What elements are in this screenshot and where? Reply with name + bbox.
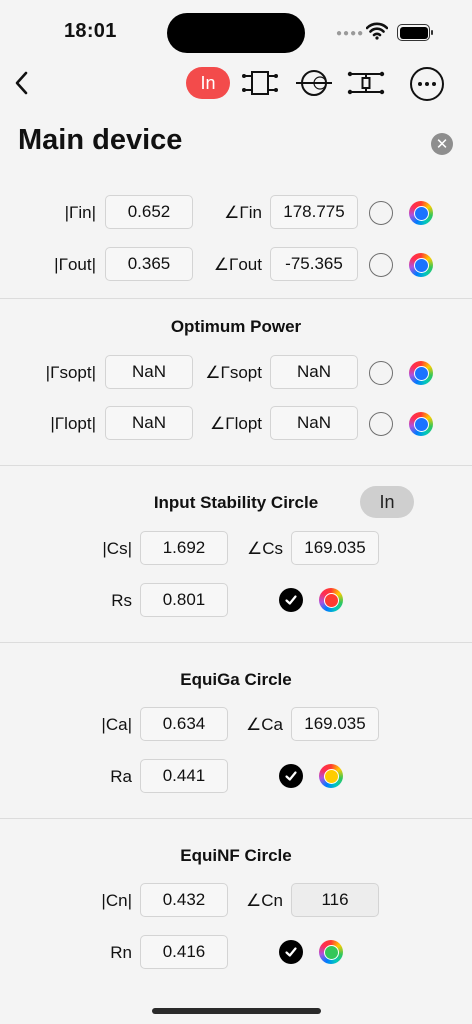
cs-angle-label: ∠Cs <box>246 539 283 558</box>
gamma-out-mag-field[interactable]: 0.365 <box>105 247 193 281</box>
gamma-sopt-angle-field[interactable]: NaN <box>270 355 358 389</box>
two-port-network-icon[interactable] <box>240 67 280 99</box>
equiga-title: EquiGa Circle <box>180 670 292 689</box>
gamma-sopt-mag-field[interactable]: NaN <box>105 355 193 389</box>
equinf-title: EquiNF Circle <box>180 846 292 865</box>
rn-label: Rn <box>110 943 132 962</box>
divider <box>0 465 472 466</box>
ra-field[interactable]: 0.441 <box>140 759 228 793</box>
ra-label: Ra <box>110 767 132 786</box>
smith-chart-icon[interactable] <box>294 67 334 99</box>
gamma-lopt-angle-label: ∠Γlopt <box>209 414 262 433</box>
gamma-sopt-mag-label: |Γsopt| <box>45 363 96 382</box>
rn-field[interactable]: 0.416 <box>140 935 228 969</box>
optimum-power-title: Optimum Power <box>170 317 302 336</box>
gamma-out-color-well[interactable] <box>409 253 433 277</box>
gamma-sopt-show-toggle[interactable] <box>369 361 393 385</box>
gamma-out-mag-label: |Γout| <box>54 255 96 274</box>
signal-dots-icon: ●●●● <box>336 28 365 39</box>
gamma-in-angle-field[interactable]: 178.775 <box>270 195 358 229</box>
equiga-visible-checkmark-icon[interactable] <box>279 764 303 788</box>
gamma-in-color-well[interactable] <box>409 201 433 225</box>
stability-color-well[interactable] <box>319 588 343 612</box>
stability-visible-checkmark-icon[interactable] <box>279 588 303 612</box>
gamma-out-angle-field[interactable]: -75.365 <box>270 247 358 281</box>
gamma-out-show-toggle[interactable] <box>369 253 393 277</box>
gamma-sopt-color-well[interactable] <box>409 361 433 385</box>
close-button[interactable]: ✕ <box>431 133 453 155</box>
status-time: 18:01 <box>64 20 117 42</box>
divider <box>0 818 472 819</box>
equiga-color-well[interactable] <box>319 764 343 788</box>
divider <box>0 298 472 299</box>
equinf-visible-checkmark-icon[interactable] <box>279 940 303 964</box>
more-options-button[interactable] <box>410 67 444 101</box>
gamma-in-show-toggle[interactable] <box>369 201 393 225</box>
cn-angle-label: ∠Cn <box>246 891 283 910</box>
ca-angle-field[interactable]: 169.035 <box>291 707 379 741</box>
gamma-out-angle-label: ∠Γout <box>213 255 262 274</box>
gamma-in-mag-label: |Γin| <box>64 203 96 222</box>
page-title: Main device <box>18 124 183 156</box>
gamma-lopt-mag-label: |Γlopt| <box>50 414 96 433</box>
battery-icon <box>397 24 433 41</box>
gamma-in-mag-field[interactable]: 0.652 <box>105 195 193 229</box>
in-mode-button[interactable]: In <box>186 67 230 99</box>
cs-angle-field[interactable]: 169.035 <box>291 531 379 565</box>
rs-label: Rs <box>111 591 132 610</box>
wifi-icon <box>366 22 388 40</box>
gamma-lopt-angle-field[interactable]: NaN <box>270 406 358 440</box>
back-chevron-icon[interactable] <box>12 68 32 98</box>
cn-mag-field[interactable]: 0.432 <box>140 883 228 917</box>
component-network-icon[interactable] <box>346 67 386 99</box>
gamma-lopt-color-well[interactable] <box>409 412 433 436</box>
ca-mag-field[interactable]: 0.634 <box>140 707 228 741</box>
cs-mag-label: |Cs| <box>102 539 132 558</box>
equinf-color-well[interactable] <box>319 940 343 964</box>
cs-mag-field[interactable]: 1.692 <box>140 531 228 565</box>
cn-angle-field[interactable]: 116 <box>291 883 379 917</box>
input-stability-title: Input Stability Circle <box>153 493 319 512</box>
gamma-lopt-mag-field[interactable]: NaN <box>105 406 193 440</box>
gamma-in-angle-label: ∠Γin <box>224 203 262 222</box>
divider <box>0 642 472 643</box>
ca-mag-label: |Ca| <box>101 715 132 734</box>
gamma-lopt-show-toggle[interactable] <box>369 412 393 436</box>
stability-in-toggle[interactable]: In <box>360 486 414 518</box>
rs-field[interactable]: 0.801 <box>140 583 228 617</box>
cn-mag-label: |Cn| <box>101 891 132 910</box>
gamma-sopt-angle-label: ∠Γsopt <box>205 363 262 382</box>
home-indicator <box>152 1008 321 1014</box>
ca-angle-label: ∠Ca <box>246 715 283 734</box>
dynamic-island <box>167 13 305 53</box>
